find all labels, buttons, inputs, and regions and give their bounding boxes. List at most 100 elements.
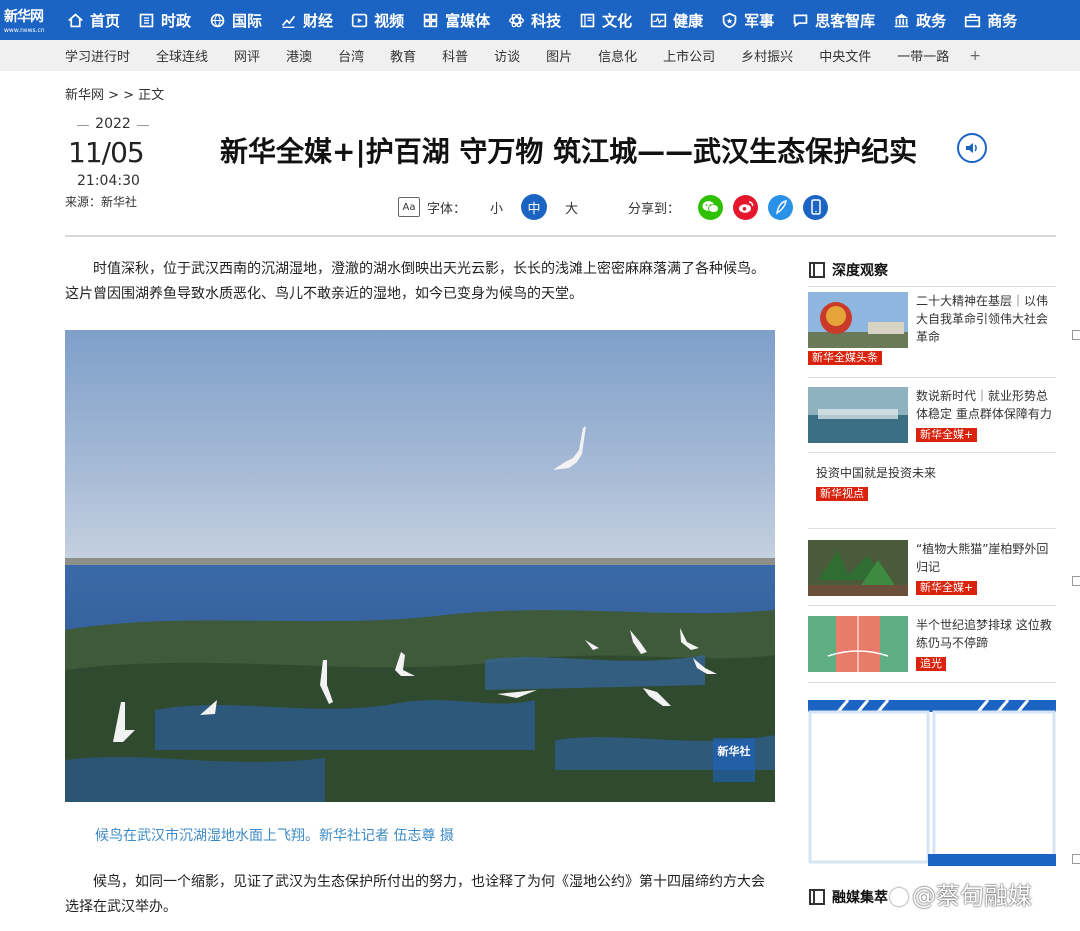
nav-item-finance[interactable]: 财经 bbox=[271, 0, 342, 40]
atom-icon bbox=[509, 13, 525, 27]
news-thumbnail bbox=[808, 387, 908, 443]
font-medium-button[interactable]: 中 bbox=[521, 194, 548, 220]
photo-caption: 候鸟在武汉市沉湖湿地水面上飞翔。新华社记者 伍志尊 摄 bbox=[95, 828, 454, 844]
breadcrumb[interactable]: 新华网 > > 正文 bbox=[65, 84, 164, 103]
sidebar-divider bbox=[808, 682, 1056, 683]
article-paragraph: 时值深秋，位于武汉西南的沉湖湿地，澄澈的湖水倒映出天光云影，长长的浅滩上密密麻麻… bbox=[65, 261, 765, 302]
book-icon bbox=[580, 13, 595, 27]
news-thumbnail bbox=[808, 292, 908, 348]
chart-icon bbox=[281, 15, 296, 28]
news-tag[interactable]: 新华全媒+ bbox=[916, 428, 978, 442]
nav-item-tech[interactable]: 科技 bbox=[499, 0, 570, 40]
camera-circle-icon bbox=[890, 888, 908, 906]
subnav-item[interactable]: 图片 bbox=[546, 46, 572, 65]
news-tag[interactable]: 追光 bbox=[916, 657, 946, 671]
article-date-block: 2022 11/05 21:04:30 来源：新华社 bbox=[65, 116, 161, 210]
subnav-item[interactable]: 网评 bbox=[234, 46, 260, 65]
subnav-item[interactable]: 上市公司 bbox=[663, 46, 715, 65]
nav-item-culture[interactable]: 文化 bbox=[570, 0, 641, 40]
pulse-icon bbox=[650, 13, 667, 27]
sidebar-divider bbox=[808, 528, 1056, 529]
sidebar-heading-media: 融媒集萃 bbox=[808, 887, 888, 907]
news-tag[interactable]: 新华全媒头条 bbox=[808, 351, 882, 365]
top-nav: 新华网 www.news.cn 首页 时政 国际 财经 视频 富媒体 科技 文化… bbox=[0, 0, 1080, 40]
mobile-icon bbox=[810, 199, 821, 215]
source-watermark: @蔡甸融媒 bbox=[890, 876, 1032, 911]
sidebar-heading-deep-observation: 深度观察 bbox=[808, 260, 888, 280]
nav-item-richmedia[interactable]: 富媒体 bbox=[413, 0, 499, 40]
article-date: 11/05 bbox=[68, 136, 145, 169]
subnav-item[interactable]: 科普 bbox=[442, 46, 468, 65]
font-size-icon: Aa bbox=[398, 197, 420, 217]
institution-icon bbox=[894, 13, 909, 27]
font-small-button[interactable]: 小 bbox=[490, 198, 503, 217]
sidebar-banner[interactable] bbox=[808, 699, 1056, 866]
share-weibo-button[interactable] bbox=[733, 194, 759, 220]
article-time: 21:04:30 bbox=[77, 173, 140, 189]
nav-item-thinktank[interactable]: 思客智库 bbox=[783, 0, 884, 40]
subnav-item[interactable]: 一带一路 bbox=[897, 46, 949, 65]
subnav-item[interactable]: 学习进行时 bbox=[65, 46, 130, 65]
article-title: 新华全媒+|护百湖 守万物 筑江城——武汉生态保护纪实 bbox=[220, 135, 918, 168]
site-logo[interactable]: 新华网 www.news.cn bbox=[0, 0, 58, 40]
subnav-item[interactable]: 港澳 bbox=[286, 46, 312, 65]
grid-icon bbox=[423, 13, 438, 27]
play-icon bbox=[351, 13, 368, 27]
article-tools: Aa 字体： 小 中 大 分享到： bbox=[398, 194, 829, 220]
article-photo[interactable]: 新华社 bbox=[65, 330, 775, 802]
nav-item-video[interactable]: 视频 bbox=[342, 0, 413, 40]
news-thumbnail bbox=[808, 540, 908, 596]
building-icon bbox=[139, 13, 154, 27]
shield-icon bbox=[722, 12, 737, 28]
side-float-tab-icon[interactable] bbox=[1072, 330, 1080, 340]
audio-play-button[interactable] bbox=[957, 133, 987, 163]
title-divider bbox=[65, 235, 1056, 237]
article-year: 2022 bbox=[65, 116, 161, 132]
home-icon bbox=[68, 12, 83, 27]
subnav-item[interactable]: 中央文件 bbox=[819, 46, 871, 65]
wechat-icon bbox=[702, 201, 719, 213]
sub-nav: 学习进行时 全球连线 网评 港澳 台湾 教育 科普 访谈 图片 信息化 上市公司… bbox=[0, 40, 1080, 71]
book-icon bbox=[809, 262, 825, 278]
subnav-item[interactable]: 台湾 bbox=[338, 46, 364, 65]
subnav-item[interactable]: 全球连线 bbox=[156, 46, 208, 65]
subnav-item[interactable]: 乡村振兴 bbox=[741, 46, 793, 65]
sidebar-divider bbox=[808, 605, 1056, 606]
chat-icon bbox=[793, 14, 808, 27]
sidebar-divider bbox=[808, 286, 1056, 287]
wetland-birds-image: 新华社 bbox=[65, 330, 775, 802]
news-tag[interactable]: 新华全媒+ bbox=[916, 581, 978, 595]
subnav-more-button[interactable]: + bbox=[969, 48, 981, 64]
weibo-icon bbox=[738, 201, 753, 213]
share-wechat-button[interactable] bbox=[698, 194, 724, 220]
sidebar-divider bbox=[808, 377, 1056, 378]
font-size-label: 字体： bbox=[427, 201, 467, 217]
nav-item-government[interactable]: 政务 bbox=[884, 0, 955, 40]
article-paragraph: 候鸟，如同一个缩影，见证了武汉为生态保护所付出的努力，也诠释了为何《湿地公约》第… bbox=[65, 874, 765, 915]
nav-item-world[interactable]: 国际 bbox=[200, 0, 271, 40]
sidebar-divider bbox=[808, 452, 1056, 453]
subnav-item[interactable]: 访谈 bbox=[494, 46, 520, 65]
briefcase-icon bbox=[965, 13, 981, 27]
side-float-tab-icon[interactable] bbox=[1072, 854, 1080, 864]
article-source: 来源：新华社 bbox=[65, 195, 138, 209]
nav-item-military[interactable]: 军事 bbox=[712, 0, 783, 40]
speaker-icon bbox=[966, 143, 977, 153]
news-thumbnail bbox=[808, 616, 908, 672]
share-label: 分享到： bbox=[628, 201, 681, 217]
globe-icon bbox=[210, 13, 225, 27]
side-float-tab-icon[interactable] bbox=[1072, 576, 1080, 586]
feather-icon bbox=[775, 200, 787, 215]
news-tag[interactable]: 新华视点 bbox=[816, 487, 868, 501]
nav-item-politics[interactable]: 时政 bbox=[129, 0, 200, 40]
subnav-item[interactable]: 教育 bbox=[390, 46, 416, 65]
share-app-button[interactable] bbox=[768, 194, 794, 220]
subnav-item[interactable]: 信息化 bbox=[598, 46, 637, 65]
photo-watermark-text: 新华社 bbox=[718, 744, 751, 758]
share-mobile-button[interactable] bbox=[803, 194, 829, 220]
font-large-button[interactable]: 大 bbox=[565, 198, 578, 217]
nav-item-business[interactable]: 商务 bbox=[955, 0, 1026, 40]
nav-item-home[interactable]: 首页 bbox=[58, 0, 129, 40]
book-icon bbox=[809, 889, 825, 905]
nav-item-health[interactable]: 健康 bbox=[641, 0, 712, 40]
